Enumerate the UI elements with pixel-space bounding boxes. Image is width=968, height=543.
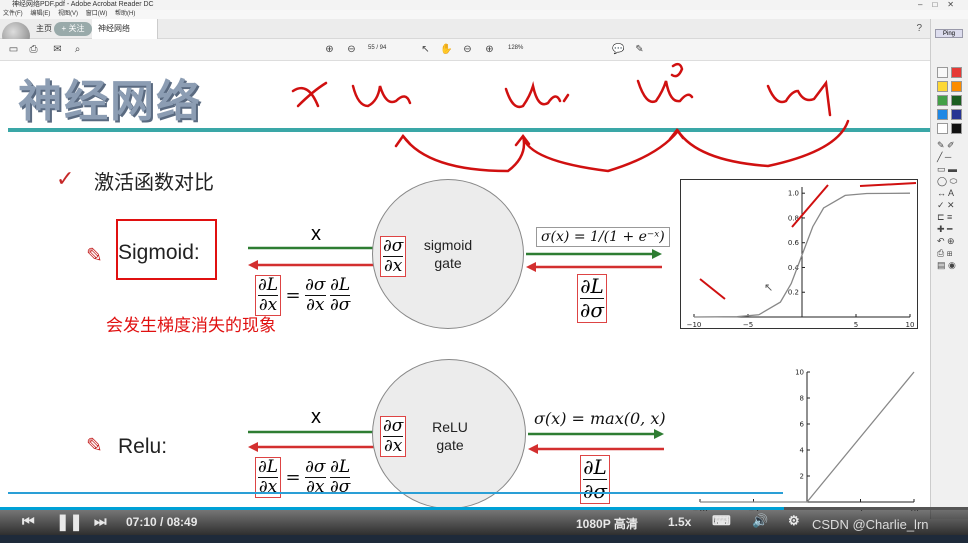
- previous-icon[interactable]: ⏮: [22, 513, 35, 530]
- swatch-white[interactable]: [937, 67, 948, 78]
- y-tick-label: 1.0: [788, 190, 799, 198]
- section-heading: 激活函数对比: [94, 172, 214, 194]
- print-icon[interactable]: ⎙: [28, 44, 39, 55]
- palette-header[interactable]: Ping: [935, 29, 963, 38]
- follow-button[interactable]: + 关注: [54, 22, 92, 36]
- toolbar: ▭ ⎙ ✉ ⌕ ⊕ ⊖ 55 / 94 ↖ ✋ ⊖ ⊕ 128% 💬 ✎: [0, 39, 930, 61]
- menu-view[interactable]: 视图(V): [58, 11, 78, 17]
- x-tick-label: 10: [906, 321, 915, 329]
- sigmoid-arrows-right: [526, 249, 662, 272]
- swatch-black[interactable]: [951, 123, 962, 134]
- hw-mark: [670, 62, 684, 78]
- vanishing-gradient-note: 会发生梯度消失的现象: [106, 316, 276, 335]
- relu-upstream-gradient: ∂L ∂σ: [580, 455, 610, 504]
- y-tick-label: 0.2: [788, 289, 799, 297]
- swatch-green[interactable]: [937, 95, 948, 106]
- hw-arcs: [401, 119, 850, 173]
- hw-w1: [351, 84, 412, 108]
- settings-icon[interactable]: ⚙: [788, 513, 800, 529]
- page-indicator[interactable]: 55 / 94: [368, 45, 386, 51]
- window-controls[interactable]: –□✕: [918, 0, 964, 10]
- sigmoid-local-gradient: ∂σ ∂x: [380, 236, 407, 277]
- x-tick-label: −10: [687, 321, 702, 329]
- sigmoid-formula: σ(x) = 1/(1 + e⁻ˣ): [536, 227, 670, 247]
- swatch-white-2[interactable]: [937, 123, 948, 134]
- watermark: CSDN @Charlie_lrn: [812, 517, 929, 532]
- next-icon[interactable]: ⏭: [94, 513, 107, 530]
- sigmoid-arrows-left: [248, 243, 384, 270]
- cursor-icon: ↖: [764, 282, 773, 294]
- slide: 神经网络 ✓ 激活函数对比 ✎ Sigmoid: 会发生梯度消失的现象 x ∂L…: [8, 61, 930, 511]
- pencil-icon: ✎: [86, 245, 103, 267]
- annotation-palette: Ping ✎ ✐ ╱ ─ ▭ ▬ ◯ ⬭ ↔ A ✓ ✕ ⊏ ≡ ✚ ━ ↶ ⊕ ⎙ ⊞ ▤ ◉: [930, 19, 968, 519]
- swatch-red[interactable]: [951, 67, 962, 78]
- zoom-in-icon[interactable]: ⊕: [484, 44, 495, 55]
- y-tick-label: 10: [795, 369, 804, 377]
- y-tick-label: 8: [800, 395, 804, 403]
- quality-selector[interactable]: 1080P 高清: [576, 515, 638, 532]
- window-titlebar: 神经网络PDF.pdf - Adobe Acrobat Reader DC –□…: [0, 0, 968, 10]
- y-tick-label: 4: [800, 447, 805, 455]
- speed-selector[interactable]: 1.5x: [668, 515, 691, 529]
- window-title: 神经网络PDF.pdf - Adobe Acrobat Reader DC: [12, 1, 154, 8]
- relu-arrows-left: [248, 427, 384, 452]
- relu-arrows-right: [528, 429, 664, 454]
- check-icon: ✓: [56, 166, 75, 191]
- swatch-yellow[interactable]: [937, 81, 948, 92]
- swatch-navy[interactable]: [951, 109, 962, 120]
- save-icon[interactable]: ▭: [8, 44, 19, 55]
- video-control-bar: ⏮ ❚❚ ⏭ 07:10 / 08:49 1080P 高清 1.5x ⌨ 🔊 ⚙…: [0, 507, 968, 535]
- x-tick-label: −5: [743, 321, 753, 329]
- relu-label: Relu:: [118, 435, 168, 458]
- pen-icon[interactable]: ✎: [634, 44, 645, 55]
- progress-fill: [0, 507, 785, 510]
- palette-tools[interactable]: ✎ ✐ ╱ ─ ▭ ▬ ◯ ⬭ ↔ A ✓ ✕ ⊏ ≡ ✚ ━ ↶ ⊕ ⎙ ⊞ ▤ ◉: [937, 139, 965, 271]
- y-tick-label: 6: [800, 421, 805, 429]
- sigmoid-gate-label: sigmoid gate: [423, 237, 473, 271]
- menu-bar: 文件(F) 编辑(E) 视图(V) 窗口(W) 帮助(H): [0, 10, 968, 19]
- comment-icon[interactable]: 💬: [612, 44, 624, 55]
- volume-icon[interactable]: 🔊: [752, 513, 768, 529]
- hw-w2: [504, 81, 570, 109]
- menu-window[interactable]: 窗口(W): [86, 11, 108, 17]
- taskbar: [0, 535, 968, 543]
- sigmoid-chart: −10 −5 5 100.20.40.60.81.0 ↖: [680, 179, 918, 329]
- zoom-level[interactable]: 128%: [508, 45, 523, 51]
- hw-arrows: [394, 127, 685, 148]
- help-icon[interactable]: ?: [916, 23, 922, 34]
- hand-tool-icon[interactable]: ✋: [440, 44, 452, 55]
- hw-x: [291, 81, 328, 108]
- page-up-icon[interactable]: ⊕: [324, 44, 335, 55]
- relu-formula: σ(x) = max(0, x): [534, 409, 666, 428]
- y-tick-label: 0.6: [788, 239, 800, 247]
- menu-edit[interactable]: 编辑(E): [30, 11, 50, 17]
- swatch-orange[interactable]: [951, 81, 962, 92]
- menu-help[interactable]: 帮助(H): [115, 11, 135, 17]
- menu-file[interactable]: 文件(F): [3, 11, 23, 17]
- hw-w4: [766, 79, 832, 117]
- page-down-icon[interactable]: ⊖: [346, 44, 357, 55]
- relu-gate-label: ReLU gate: [432, 419, 468, 453]
- hw-w3: [636, 79, 694, 104]
- relu-local-gradient: ∂σ ∂x: [380, 416, 407, 457]
- sigmoid-label: Sigmoid:: [118, 241, 200, 264]
- y-tick-label: 2: [800, 473, 804, 481]
- swatch-darkgreen[interactable]: [951, 95, 962, 106]
- zoom-out-icon[interactable]: ⊖: [462, 44, 473, 55]
- annotation-blue-line: [8, 492, 783, 494]
- relu-chart: −10−5510246810: [693, 369, 918, 512]
- sigmoid-chain-rule: ∂L ∂x = ∂σ ∂x ∂L ∂σ: [255, 275, 351, 316]
- select-tool-icon[interactable]: ↖: [420, 44, 431, 55]
- pause-icon[interactable]: ❚❚: [56, 512, 83, 532]
- sigmoid-upstream-gradient: ∂L ∂σ: [577, 274, 607, 323]
- tab-bar: 主页 + 关注 神经网络PDF.pdf × ?: [0, 19, 968, 53]
- tab-document[interactable]: 神经网络PDF.pdf ×: [92, 19, 158, 53]
- x-tick-label: 5: [854, 321, 858, 329]
- mail-icon[interactable]: ✉: [52, 44, 63, 55]
- search-icon[interactable]: ⌕: [72, 44, 83, 55]
- pencil-icon-2: ✎: [86, 435, 103, 457]
- video-time: 07:10 / 08:49: [126, 515, 198, 529]
- subtitle-icon[interactable]: ⌨: [712, 513, 731, 529]
- swatch-blue[interactable]: [937, 109, 948, 120]
